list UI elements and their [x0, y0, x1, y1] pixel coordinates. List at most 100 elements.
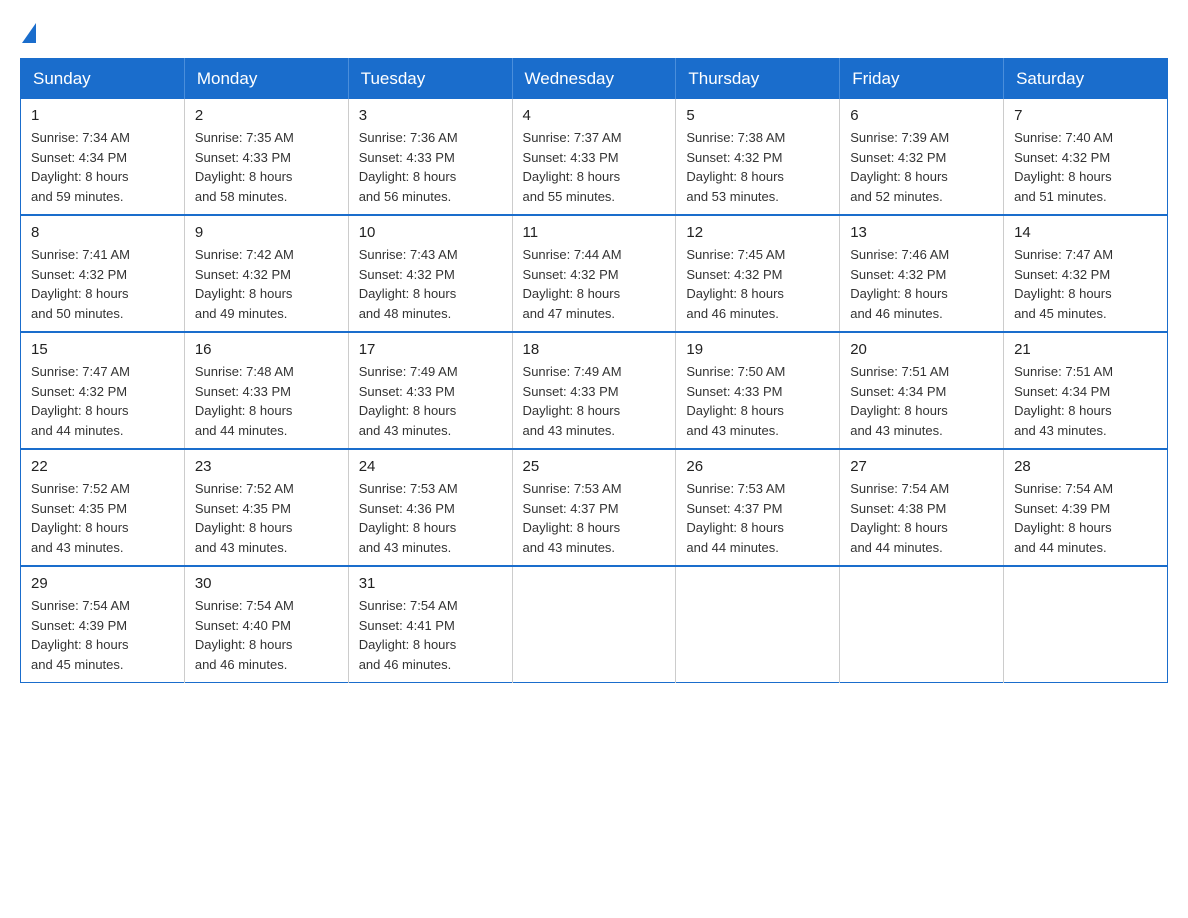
day-number: 3	[359, 107, 502, 124]
day-info: Sunrise: 7:47 AM Sunset: 4:32 PM Dayligh…	[31, 362, 174, 440]
calendar-day-cell: 10 Sunrise: 7:43 AM Sunset: 4:32 PM Dayl…	[348, 215, 512, 332]
calendar-day-cell: 2 Sunrise: 7:35 AM Sunset: 4:33 PM Dayli…	[184, 99, 348, 215]
calendar-week-row: 15 Sunrise: 7:47 AM Sunset: 4:32 PM Dayl…	[21, 332, 1168, 449]
calendar-day-cell: 12 Sunrise: 7:45 AM Sunset: 4:32 PM Dayl…	[676, 215, 840, 332]
calendar-day-cell: 14 Sunrise: 7:47 AM Sunset: 4:32 PM Dayl…	[1004, 215, 1168, 332]
calendar-day-cell: 30 Sunrise: 7:54 AM Sunset: 4:40 PM Dayl…	[184, 566, 348, 683]
calendar-day-cell: 1 Sunrise: 7:34 AM Sunset: 4:34 PM Dayli…	[21, 99, 185, 215]
day-number: 6	[850, 107, 993, 124]
day-number: 25	[523, 458, 666, 475]
calendar-day-cell: 25 Sunrise: 7:53 AM Sunset: 4:37 PM Dayl…	[512, 449, 676, 566]
day-number: 1	[31, 107, 174, 124]
calendar-day-cell: 20 Sunrise: 7:51 AM Sunset: 4:34 PM Dayl…	[840, 332, 1004, 449]
calendar-day-cell: 5 Sunrise: 7:38 AM Sunset: 4:32 PM Dayli…	[676, 99, 840, 215]
day-info: Sunrise: 7:40 AM Sunset: 4:32 PM Dayligh…	[1014, 128, 1157, 206]
day-number: 15	[31, 341, 174, 358]
page-header	[20, 20, 1168, 40]
calendar-week-row: 1 Sunrise: 7:34 AM Sunset: 4:34 PM Dayli…	[21, 99, 1168, 215]
logo-triangle-icon	[22, 23, 36, 43]
weekday-header-wednesday: Wednesday	[512, 59, 676, 100]
calendar-day-cell: 18 Sunrise: 7:49 AM Sunset: 4:33 PM Dayl…	[512, 332, 676, 449]
day-info: Sunrise: 7:44 AM Sunset: 4:32 PM Dayligh…	[523, 245, 666, 323]
weekday-header-saturday: Saturday	[1004, 59, 1168, 100]
day-number: 28	[1014, 458, 1157, 475]
day-number: 5	[686, 107, 829, 124]
day-number: 21	[1014, 341, 1157, 358]
day-number: 23	[195, 458, 338, 475]
day-info: Sunrise: 7:53 AM Sunset: 4:36 PM Dayligh…	[359, 479, 502, 557]
day-info: Sunrise: 7:54 AM Sunset: 4:41 PM Dayligh…	[359, 596, 502, 674]
day-info: Sunrise: 7:51 AM Sunset: 4:34 PM Dayligh…	[1014, 362, 1157, 440]
calendar-day-cell	[512, 566, 676, 683]
calendar-day-cell	[676, 566, 840, 683]
calendar-day-cell: 7 Sunrise: 7:40 AM Sunset: 4:32 PM Dayli…	[1004, 99, 1168, 215]
day-info: Sunrise: 7:49 AM Sunset: 4:33 PM Dayligh…	[359, 362, 502, 440]
day-info: Sunrise: 7:51 AM Sunset: 4:34 PM Dayligh…	[850, 362, 993, 440]
calendar-day-cell: 27 Sunrise: 7:54 AM Sunset: 4:38 PM Dayl…	[840, 449, 1004, 566]
day-number: 4	[523, 107, 666, 124]
day-number: 10	[359, 224, 502, 241]
calendar-day-cell: 24 Sunrise: 7:53 AM Sunset: 4:36 PM Dayl…	[348, 449, 512, 566]
calendar-day-cell: 29 Sunrise: 7:54 AM Sunset: 4:39 PM Dayl…	[21, 566, 185, 683]
calendar-day-cell: 11 Sunrise: 7:44 AM Sunset: 4:32 PM Dayl…	[512, 215, 676, 332]
day-number: 20	[850, 341, 993, 358]
day-number: 29	[31, 575, 174, 592]
calendar-day-cell: 17 Sunrise: 7:49 AM Sunset: 4:33 PM Dayl…	[348, 332, 512, 449]
day-info: Sunrise: 7:53 AM Sunset: 4:37 PM Dayligh…	[686, 479, 829, 557]
day-info: Sunrise: 7:34 AM Sunset: 4:34 PM Dayligh…	[31, 128, 174, 206]
day-info: Sunrise: 7:36 AM Sunset: 4:33 PM Dayligh…	[359, 128, 502, 206]
calendar-day-cell	[840, 566, 1004, 683]
day-number: 24	[359, 458, 502, 475]
calendar-day-cell: 6 Sunrise: 7:39 AM Sunset: 4:32 PM Dayli…	[840, 99, 1004, 215]
calendar-day-cell: 23 Sunrise: 7:52 AM Sunset: 4:35 PM Dayl…	[184, 449, 348, 566]
calendar-day-cell: 9 Sunrise: 7:42 AM Sunset: 4:32 PM Dayli…	[184, 215, 348, 332]
day-info: Sunrise: 7:52 AM Sunset: 4:35 PM Dayligh…	[31, 479, 174, 557]
calendar-day-cell: 15 Sunrise: 7:47 AM Sunset: 4:32 PM Dayl…	[21, 332, 185, 449]
day-number: 19	[686, 341, 829, 358]
day-number: 18	[523, 341, 666, 358]
day-number: 27	[850, 458, 993, 475]
day-number: 26	[686, 458, 829, 475]
day-info: Sunrise: 7:49 AM Sunset: 4:33 PM Dayligh…	[523, 362, 666, 440]
calendar-table: SundayMondayTuesdayWednesdayThursdayFrid…	[20, 58, 1168, 683]
day-number: 9	[195, 224, 338, 241]
day-info: Sunrise: 7:54 AM Sunset: 4:39 PM Dayligh…	[31, 596, 174, 674]
day-number: 30	[195, 575, 338, 592]
calendar-day-cell: 3 Sunrise: 7:36 AM Sunset: 4:33 PM Dayli…	[348, 99, 512, 215]
day-info: Sunrise: 7:53 AM Sunset: 4:37 PM Dayligh…	[523, 479, 666, 557]
calendar-day-cell	[1004, 566, 1168, 683]
calendar-day-cell: 4 Sunrise: 7:37 AM Sunset: 4:33 PM Dayli…	[512, 99, 676, 215]
weekday-header-friday: Friday	[840, 59, 1004, 100]
day-info: Sunrise: 7:45 AM Sunset: 4:32 PM Dayligh…	[686, 245, 829, 323]
day-number: 14	[1014, 224, 1157, 241]
calendar-day-cell: 26 Sunrise: 7:53 AM Sunset: 4:37 PM Dayl…	[676, 449, 840, 566]
day-number: 12	[686, 224, 829, 241]
day-info: Sunrise: 7:37 AM Sunset: 4:33 PM Dayligh…	[523, 128, 666, 206]
day-number: 7	[1014, 107, 1157, 124]
day-number: 8	[31, 224, 174, 241]
day-number: 31	[359, 575, 502, 592]
calendar-week-row: 8 Sunrise: 7:41 AM Sunset: 4:32 PM Dayli…	[21, 215, 1168, 332]
weekday-header-row: SundayMondayTuesdayWednesdayThursdayFrid…	[21, 59, 1168, 100]
calendar-week-row: 29 Sunrise: 7:54 AM Sunset: 4:39 PM Dayl…	[21, 566, 1168, 683]
day-info: Sunrise: 7:54 AM Sunset: 4:38 PM Dayligh…	[850, 479, 993, 557]
logo	[20, 20, 38, 40]
day-number: 2	[195, 107, 338, 124]
day-info: Sunrise: 7:54 AM Sunset: 4:39 PM Dayligh…	[1014, 479, 1157, 557]
day-info: Sunrise: 7:50 AM Sunset: 4:33 PM Dayligh…	[686, 362, 829, 440]
day-number: 17	[359, 341, 502, 358]
day-info: Sunrise: 7:35 AM Sunset: 4:33 PM Dayligh…	[195, 128, 338, 206]
calendar-day-cell: 22 Sunrise: 7:52 AM Sunset: 4:35 PM Dayl…	[21, 449, 185, 566]
weekday-header-thursday: Thursday	[676, 59, 840, 100]
day-number: 16	[195, 341, 338, 358]
calendar-day-cell: 16 Sunrise: 7:48 AM Sunset: 4:33 PM Dayl…	[184, 332, 348, 449]
day-number: 11	[523, 224, 666, 241]
day-info: Sunrise: 7:46 AM Sunset: 4:32 PM Dayligh…	[850, 245, 993, 323]
day-info: Sunrise: 7:52 AM Sunset: 4:35 PM Dayligh…	[195, 479, 338, 557]
day-info: Sunrise: 7:48 AM Sunset: 4:33 PM Dayligh…	[195, 362, 338, 440]
weekday-header-tuesday: Tuesday	[348, 59, 512, 100]
day-info: Sunrise: 7:38 AM Sunset: 4:32 PM Dayligh…	[686, 128, 829, 206]
day-number: 22	[31, 458, 174, 475]
day-info: Sunrise: 7:47 AM Sunset: 4:32 PM Dayligh…	[1014, 245, 1157, 323]
calendar-day-cell: 21 Sunrise: 7:51 AM Sunset: 4:34 PM Dayl…	[1004, 332, 1168, 449]
